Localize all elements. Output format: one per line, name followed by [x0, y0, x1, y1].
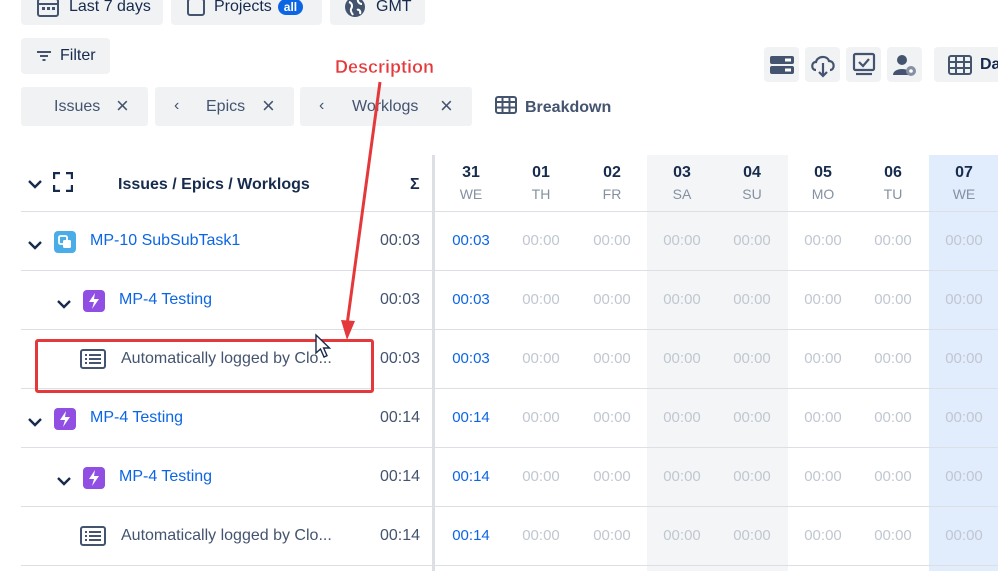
mouse-cursor-icon [315, 333, 332, 358]
annotation-arrow [341, 81, 382, 340]
